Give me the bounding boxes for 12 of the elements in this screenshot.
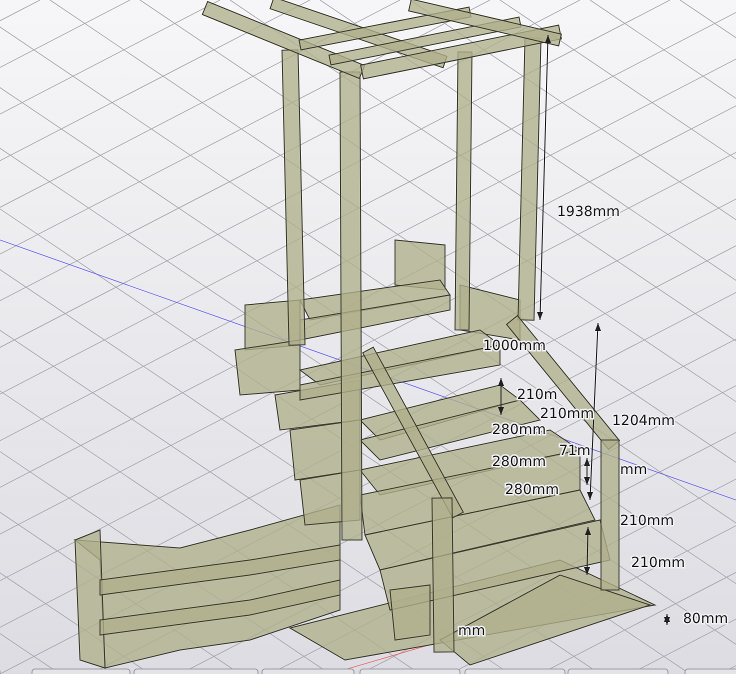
dimension-label: mm bbox=[458, 623, 486, 639]
dimension-line bbox=[584, 526, 591, 576]
dimension-label: 80mm bbox=[683, 611, 728, 627]
dimension-label: 210m bbox=[517, 387, 558, 403]
dimension-label: 1204mm bbox=[612, 413, 675, 429]
dimension-line bbox=[498, 378, 504, 416]
dimension-label: 1938mm bbox=[557, 204, 620, 220]
dimension-line bbox=[664, 614, 670, 626]
dimension-label: mm bbox=[620, 462, 648, 478]
dimension-label: 210mm bbox=[620, 513, 674, 529]
dimension-label: 210mm bbox=[631, 555, 685, 571]
dimension-label: 280mm bbox=[505, 482, 559, 498]
